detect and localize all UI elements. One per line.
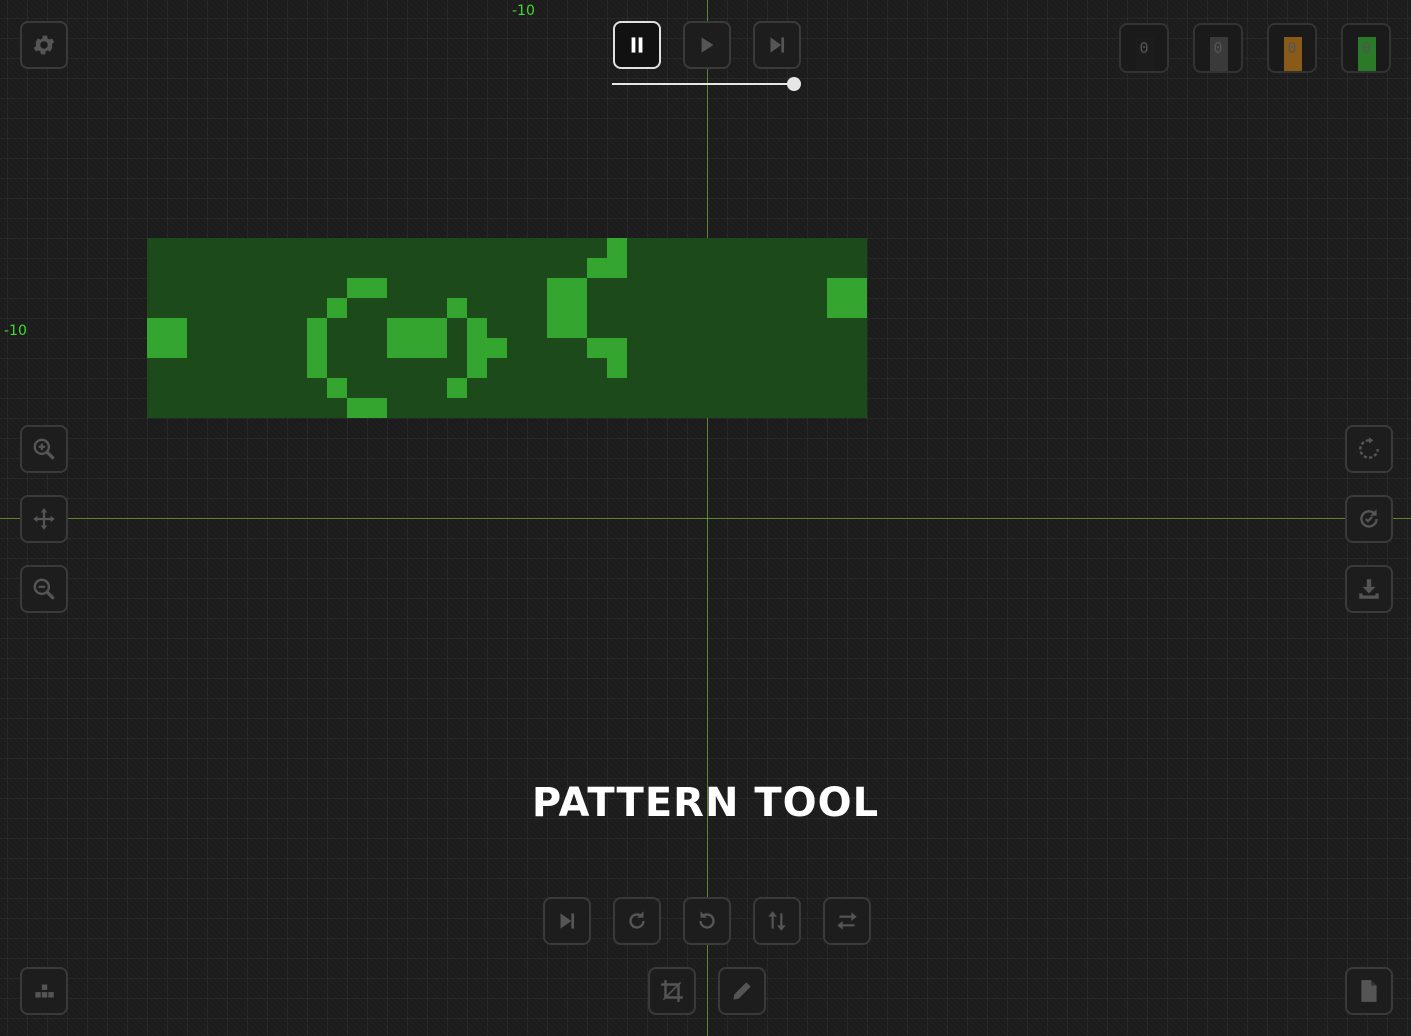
- settings-button[interactable]: [20, 21, 68, 69]
- live-cell[interactable]: [367, 278, 387, 298]
- crop-button[interactable]: [648, 967, 696, 1015]
- download-icon: [1359, 579, 1379, 599]
- live-cell[interactable]: [407, 338, 427, 358]
- flip-vertical-button[interactable]: [753, 897, 801, 945]
- live-cell[interactable]: [567, 318, 587, 338]
- live-cell[interactable]: [327, 378, 347, 398]
- refresh-icon: [1360, 509, 1378, 528]
- play-button[interactable]: [683, 21, 731, 69]
- live-cell[interactable]: [567, 298, 587, 318]
- live-cell[interactable]: [167, 318, 187, 338]
- live-cell[interactable]: [427, 318, 447, 338]
- live-cell[interactable]: [347, 398, 367, 418]
- crop-icon: [661, 980, 683, 1002]
- gear-icon: [33, 35, 55, 55]
- horizontal-axis: [0, 518, 1411, 519]
- speed-slider-thumb[interactable]: [787, 77, 801, 91]
- pencil-icon: [733, 982, 751, 1000]
- counter-2: 0: [1193, 23, 1243, 73]
- live-cell[interactable]: [547, 298, 567, 318]
- live-cell[interactable]: [547, 318, 567, 338]
- speed-slider-track[interactable]: [612, 83, 794, 85]
- counter-3-value: 0: [1287, 39, 1297, 57]
- flip-vertical-icon: [768, 911, 786, 931]
- zoom-out-icon: [33, 578, 55, 600]
- pan-button[interactable]: [20, 495, 68, 543]
- zoom-in-button[interactable]: [20, 425, 68, 473]
- live-cell[interactable]: [847, 278, 867, 298]
- live-cell[interactable]: [147, 338, 167, 358]
- counter-4-value: 0: [1361, 39, 1371, 57]
- live-cell[interactable]: [827, 298, 847, 318]
- zoom-in-icon: [33, 438, 55, 460]
- live-cell[interactable]: [467, 318, 487, 338]
- step-forward-icon: [560, 913, 575, 929]
- file-button[interactable]: [1345, 967, 1393, 1015]
- live-cell[interactable]: [827, 278, 847, 298]
- live-cell[interactable]: [587, 258, 607, 278]
- counter-1: 0: [1119, 23, 1169, 73]
- live-cell[interactable]: [367, 398, 387, 418]
- pause-button[interactable]: [613, 21, 661, 69]
- flip-horizontal-button[interactable]: [823, 897, 871, 945]
- live-cell[interactable]: [407, 318, 427, 338]
- rotate-counterclockwise-button[interactable]: [683, 897, 731, 945]
- top-coordinate-label: -10: [512, 3, 535, 19]
- live-cell[interactable]: [307, 338, 327, 358]
- pattern-selection[interactable]: [147, 238, 867, 418]
- tool-title: PATTERN TOOL: [531, 780, 880, 826]
- live-cell[interactable]: [327, 298, 347, 318]
- live-cell[interactable]: [467, 358, 487, 378]
- live-cell[interactable]: [387, 318, 407, 338]
- counter-1-value: 0: [1139, 39, 1149, 57]
- live-cell[interactable]: [307, 318, 327, 338]
- live-cell[interactable]: [487, 338, 507, 358]
- rotate-ccw-icon: [699, 911, 715, 929]
- step-forward-button[interactable]: [753, 21, 801, 69]
- step-forward-icon: [770, 37, 785, 53]
- tool-step-button[interactable]: [543, 897, 591, 945]
- rotate-clockwise-button[interactable]: [613, 897, 661, 945]
- live-cell[interactable]: [847, 298, 867, 318]
- reset-button[interactable]: [1345, 425, 1393, 473]
- zoom-out-button[interactable]: [20, 565, 68, 613]
- live-cell[interactable]: [347, 278, 367, 298]
- pause-icon: [631, 37, 643, 53]
- counter-4: 0: [1341, 23, 1391, 73]
- flip-horizontal-icon: [837, 912, 857, 930]
- live-cell[interactable]: [147, 318, 167, 338]
- live-cell[interactable]: [547, 278, 567, 298]
- download-button[interactable]: [1345, 565, 1393, 613]
- live-cell[interactable]: [607, 358, 627, 378]
- counter-3: 0: [1267, 23, 1317, 73]
- rotate-cw-icon: [629, 911, 645, 929]
- refresh-button[interactable]: [1345, 495, 1393, 543]
- left-coordinate-label: -10: [4, 323, 27, 339]
- live-cell[interactable]: [447, 298, 467, 318]
- file-icon: [1361, 980, 1377, 1002]
- live-cell[interactable]: [607, 238, 627, 258]
- reset-icon: [1359, 437, 1379, 459]
- live-cell[interactable]: [307, 358, 327, 378]
- live-cell[interactable]: [447, 378, 467, 398]
- pencil-button[interactable]: [718, 967, 766, 1015]
- live-cell[interactable]: [387, 338, 407, 358]
- live-cell[interactable]: [467, 338, 487, 358]
- live-cell[interactable]: [607, 258, 627, 278]
- live-cell[interactable]: [427, 338, 447, 358]
- grid-dots-icon: [35, 984, 54, 998]
- move-icon: [33, 508, 55, 530]
- live-cell[interactable]: [167, 338, 187, 358]
- live-cell[interactable]: [607, 338, 627, 358]
- patterns-button[interactable]: [20, 967, 68, 1015]
- live-cell[interactable]: [587, 338, 607, 358]
- live-cell[interactable]: [567, 278, 587, 298]
- play-icon: [701, 37, 714, 53]
- counter-2-value: 0: [1213, 39, 1223, 57]
